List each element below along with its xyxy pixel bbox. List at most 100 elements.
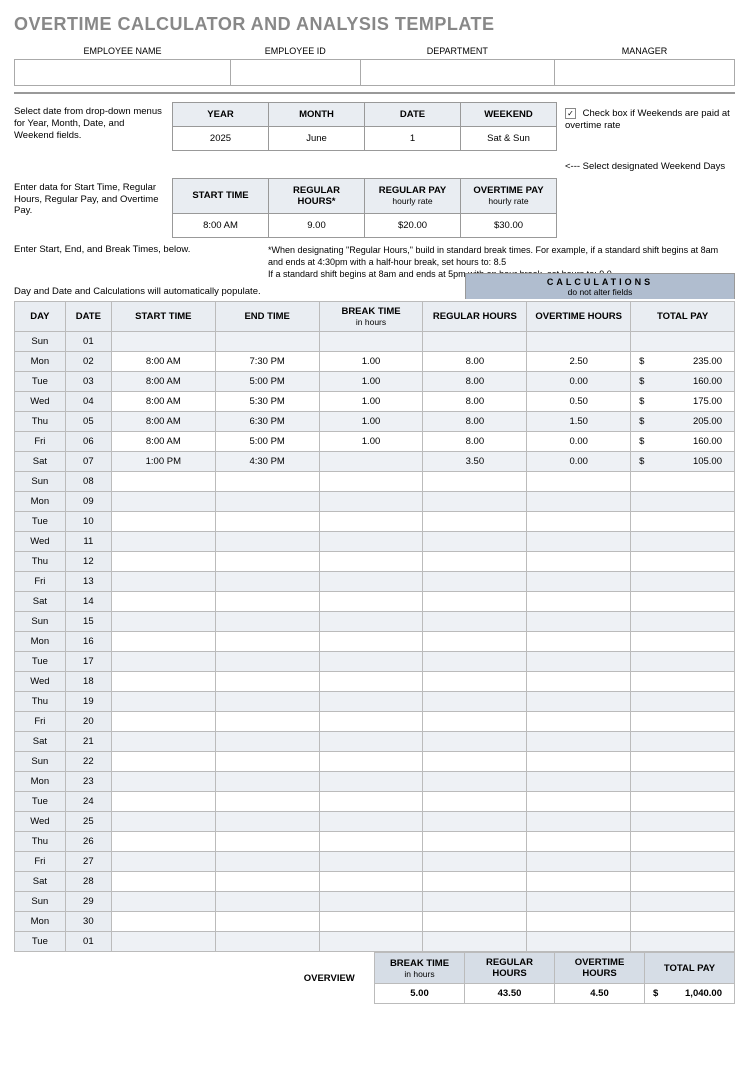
cell-end[interactable] — [215, 852, 319, 872]
cell-start[interactable] — [111, 772, 215, 792]
month-dropdown[interactable]: June — [269, 127, 365, 151]
cell-break[interactable] — [319, 732, 423, 752]
cell-end[interactable] — [215, 772, 319, 792]
cell-start[interactable] — [111, 852, 215, 872]
reg-pay-input[interactable]: $20.00 — [365, 213, 461, 237]
cell-break[interactable]: 1.00 — [319, 432, 423, 452]
cell-start[interactable]: 8:00 AM — [111, 392, 215, 412]
cell-break[interactable] — [319, 932, 423, 952]
cell-start[interactable] — [111, 332, 215, 352]
cell-end[interactable] — [215, 552, 319, 572]
cell-start[interactable] — [111, 732, 215, 752]
cell-start[interactable] — [111, 512, 215, 532]
cell-break[interactable] — [319, 912, 423, 932]
cell-start[interactable] — [111, 572, 215, 592]
cell-start[interactable] — [111, 632, 215, 652]
cell-end[interactable]: 7:30 PM — [215, 352, 319, 372]
cell-end[interactable] — [215, 652, 319, 672]
cell-start[interactable] — [111, 672, 215, 692]
cell-start[interactable] — [111, 612, 215, 632]
cell-end[interactable]: 4:30 PM — [215, 452, 319, 472]
cell-end[interactable] — [215, 792, 319, 812]
cell-end[interactable] — [215, 672, 319, 692]
cell-start[interactable] — [111, 552, 215, 572]
start-time-input[interactable]: 8:00 AM — [173, 213, 269, 237]
cell-break[interactable] — [319, 512, 423, 532]
cell-break[interactable] — [319, 712, 423, 732]
year-dropdown[interactable]: 2025 — [173, 127, 269, 151]
cell-break[interactable] — [319, 652, 423, 672]
cell-break[interactable] — [319, 492, 423, 512]
cell-break[interactable] — [319, 752, 423, 772]
cell-start[interactable]: 8:00 AM — [111, 432, 215, 452]
cell-break[interactable] — [319, 872, 423, 892]
cell-break[interactable] — [319, 472, 423, 492]
reg-hours-input[interactable]: 9.00 — [269, 213, 365, 237]
cell-break[interactable]: 1.00 — [319, 392, 423, 412]
cell-break[interactable] — [319, 552, 423, 572]
cell-start[interactable] — [111, 812, 215, 832]
cell-start[interactable] — [111, 792, 215, 812]
cell-start[interactable] — [111, 892, 215, 912]
cell-end[interactable]: 6:30 PM — [215, 412, 319, 432]
emp-id-input[interactable] — [231, 60, 361, 86]
cell-end[interactable] — [215, 832, 319, 852]
cell-end[interactable] — [215, 752, 319, 772]
cell-end[interactable] — [215, 892, 319, 912]
cell-end[interactable] — [215, 932, 319, 952]
cell-start[interactable]: 1:00 PM — [111, 452, 215, 472]
emp-name-input[interactable] — [15, 60, 231, 86]
cell-break[interactable] — [319, 332, 423, 352]
cell-break[interactable] — [319, 532, 423, 552]
weekend-ot-checkbox[interactable]: ✓ — [565, 108, 576, 119]
cell-end[interactable] — [215, 532, 319, 552]
cell-end[interactable]: 5:00 PM — [215, 432, 319, 452]
cell-end[interactable] — [215, 572, 319, 592]
cell-end[interactable] — [215, 472, 319, 492]
cell-start[interactable] — [111, 832, 215, 852]
cell-break[interactable] — [319, 892, 423, 912]
cell-end[interactable] — [215, 332, 319, 352]
cell-break[interactable] — [319, 792, 423, 812]
cell-break[interactable]: 1.00 — [319, 352, 423, 372]
cell-start[interactable]: 8:00 AM — [111, 372, 215, 392]
emp-dept-input[interactable] — [360, 60, 554, 86]
cell-end[interactable] — [215, 692, 319, 712]
cell-break[interactable]: 1.00 — [319, 412, 423, 432]
cell-start[interactable] — [111, 652, 215, 672]
cell-break[interactable] — [319, 632, 423, 652]
cell-start[interactable] — [111, 752, 215, 772]
cell-break[interactable] — [319, 812, 423, 832]
cell-break[interactable] — [319, 692, 423, 712]
cell-end[interactable]: 5:30 PM — [215, 392, 319, 412]
cell-start[interactable] — [111, 472, 215, 492]
cell-start[interactable] — [111, 592, 215, 612]
cell-end[interactable] — [215, 872, 319, 892]
cell-break[interactable] — [319, 592, 423, 612]
cell-break[interactable] — [319, 452, 423, 472]
cell-start[interactable] — [111, 492, 215, 512]
cell-break[interactable] — [319, 672, 423, 692]
cell-start[interactable]: 8:00 AM — [111, 412, 215, 432]
cell-end[interactable] — [215, 732, 319, 752]
cell-start[interactable] — [111, 912, 215, 932]
emp-mgr-input[interactable] — [554, 60, 734, 86]
ot-pay-input[interactable]: $30.00 — [461, 213, 557, 237]
cell-break[interactable] — [319, 772, 423, 792]
cell-end[interactable] — [215, 612, 319, 632]
cell-end[interactable] — [215, 812, 319, 832]
cell-end[interactable] — [215, 592, 319, 612]
cell-end[interactable] — [215, 632, 319, 652]
cell-start[interactable] — [111, 872, 215, 892]
cell-break[interactable] — [319, 612, 423, 632]
cell-start[interactable] — [111, 532, 215, 552]
weekend-dropdown[interactable]: Sat & Sun — [461, 127, 557, 151]
cell-end[interactable] — [215, 912, 319, 932]
cell-end[interactable] — [215, 512, 319, 532]
cell-end[interactable] — [215, 712, 319, 732]
cell-break[interactable] — [319, 852, 423, 872]
cell-break[interactable]: 1.00 — [319, 372, 423, 392]
cell-start[interactable] — [111, 712, 215, 732]
cell-start[interactable] — [111, 692, 215, 712]
cell-break[interactable] — [319, 572, 423, 592]
